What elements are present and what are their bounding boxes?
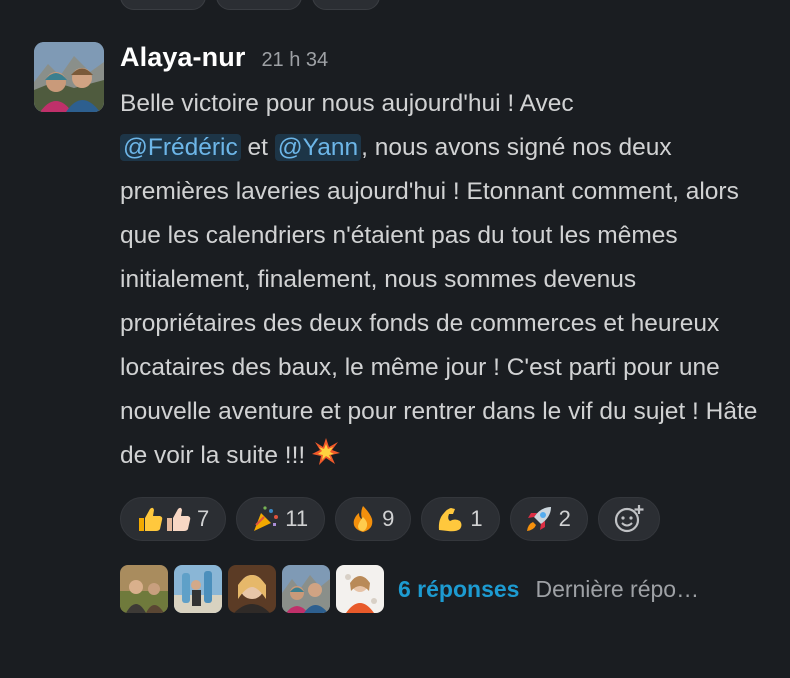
previous-reaction-pill[interactable] xyxy=(312,0,380,10)
thread-participants xyxy=(120,565,384,613)
mention-yann[interactable]: @Yann xyxy=(274,134,362,161)
avatar xyxy=(228,565,276,613)
message-body: Belle victoire pour nous aujourd'hui ! A… xyxy=(120,82,760,482)
reaction-fire[interactable]: 9 xyxy=(335,497,412,541)
collision-icon xyxy=(311,437,341,482)
reaction-count: 1 xyxy=(470,506,483,531)
reaction-count: 7 xyxy=(197,506,210,531)
avatar[interactable] xyxy=(34,42,104,112)
reaction-count: 9 xyxy=(382,506,395,531)
avatar xyxy=(174,565,222,613)
avatar xyxy=(282,565,330,613)
reaction-thumbs-up[interactable]: 7 xyxy=(120,497,227,541)
author-name[interactable]: Alaya-nur xyxy=(120,42,245,73)
thumbs-up-icon xyxy=(135,505,191,533)
thread-replies-link[interactable]: 6 réponses xyxy=(398,576,519,603)
reaction-party-popper[interactable]: 11 xyxy=(236,497,326,541)
add-emoji-icon xyxy=(613,504,645,534)
avatar xyxy=(120,565,168,613)
reaction-flexed-biceps[interactable]: 1 xyxy=(421,497,500,541)
add-reaction-button[interactable] xyxy=(597,497,660,541)
mention-frederic[interactable]: @Frédéric xyxy=(120,134,241,161)
party-popper-icon xyxy=(251,505,279,533)
message-text: , nous avons signé nos deux premières la… xyxy=(120,134,758,469)
previous-reaction-pill[interactable] xyxy=(120,0,206,10)
avatar xyxy=(336,565,384,613)
reaction-count: 2 xyxy=(558,506,571,531)
fire-icon xyxy=(350,505,376,533)
thread-summary[interactable]: 6 réponses Dernière répo… xyxy=(120,563,770,615)
last-reply-text: Dernière répo… xyxy=(535,575,700,602)
timestamp[interactable]: 21 h 34 xyxy=(261,49,328,72)
reaction-rocket[interactable]: 2 xyxy=(509,497,588,541)
previous-reactions-row xyxy=(120,0,380,10)
message-text: et xyxy=(247,134,268,161)
previous-reaction-pill[interactable] xyxy=(216,0,302,10)
reaction-count: 11 xyxy=(285,506,309,531)
rocket-icon xyxy=(525,505,553,533)
message-text: Belle victoire pour nous aujourd'hui ! A… xyxy=(120,90,574,117)
flexed-biceps-icon xyxy=(436,505,464,533)
reactions-bar: 7 11 9 1 2 xyxy=(120,497,770,541)
